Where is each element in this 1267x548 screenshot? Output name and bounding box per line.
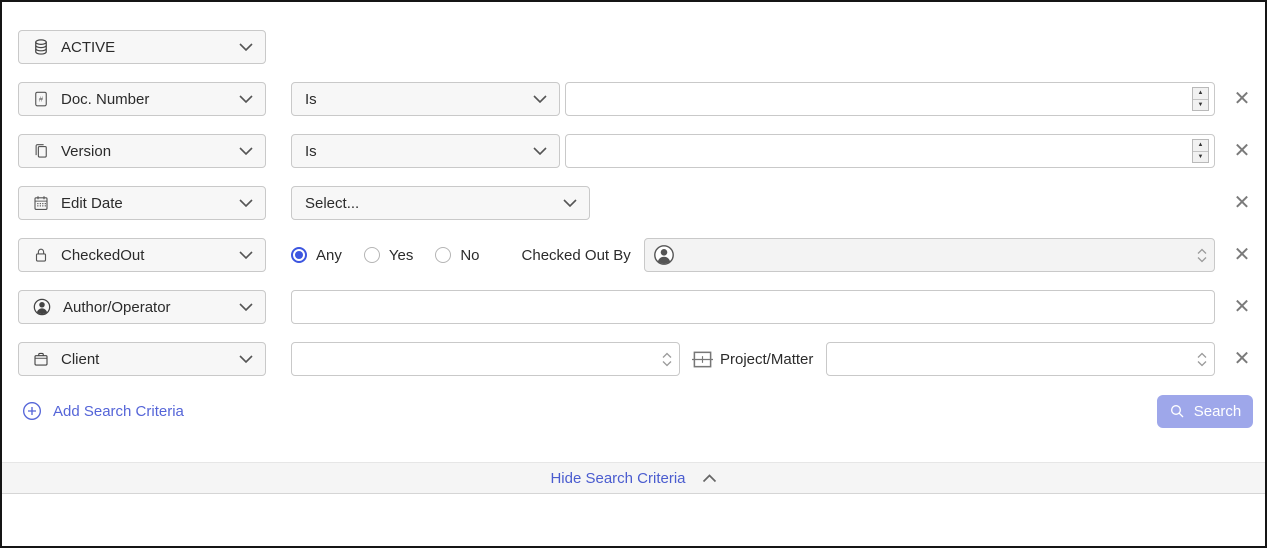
remove-criteria-edit-date-button[interactable]: ✕: [1231, 193, 1253, 213]
radio-selected-icon: [291, 247, 307, 263]
database-dropdown-label: ACTIVE: [61, 39, 115, 56]
checked-out-by-input[interactable]: [676, 241, 1194, 269]
client-input[interactable]: [299, 345, 659, 373]
project-matter-label: Project/Matter: [720, 351, 813, 368]
radio-label: Yes: [389, 247, 413, 264]
chevron-down-icon: [533, 95, 547, 103]
row-database: ACTIVE: [18, 30, 1253, 64]
row-author: Author/Operator ✕: [18, 290, 1253, 324]
radio-label: No: [460, 247, 479, 264]
row-edit-date: Edit Date Select... ✕: [18, 186, 1253, 220]
search-icon: [1169, 403, 1185, 419]
radio-option-no[interactable]: No: [435, 247, 479, 264]
radio-label: Any: [316, 247, 342, 264]
operator-dropdown-label: Is: [305, 91, 317, 108]
field-dropdown-edit-date[interactable]: Edit Date: [18, 186, 266, 220]
person-icon: [652, 243, 676, 267]
criteria-form: ACTIVE # Doc. Number Is: [2, 2, 1265, 428]
chevron-down-icon: [239, 355, 253, 363]
calendar-icon: [32, 194, 50, 212]
operator-dropdown-edit-date[interactable]: Select...: [291, 186, 590, 220]
database-dropdown[interactable]: ACTIVE: [18, 30, 266, 64]
chevron-down-icon: [239, 199, 253, 207]
remove-criteria-author-button[interactable]: ✕: [1231, 297, 1253, 317]
svg-text:#: #: [39, 95, 44, 104]
checked-out-by-label: Checked Out By: [522, 247, 631, 264]
checked-out-radio-group: Any Yes No: [291, 247, 502, 264]
lock-icon: [32, 246, 50, 264]
doc-number-icon: #: [32, 90, 50, 108]
database-icon: [32, 38, 50, 56]
project-matter-icon: [691, 349, 714, 370]
search-button[interactable]: Search: [1157, 395, 1253, 428]
version-value-field: ▲▼: [565, 134, 1215, 168]
remove-criteria-version-button[interactable]: ✕: [1231, 141, 1253, 161]
actions-row: Add Search Criteria Search: [18, 394, 1253, 428]
chevron-down-icon: [533, 147, 547, 155]
add-search-criteria-link[interactable]: Add Search Criteria: [22, 401, 184, 421]
author-input[interactable]: [291, 290, 1215, 324]
operator-dropdown-label: Is: [305, 143, 317, 160]
version-icon: [32, 142, 50, 160]
criteria-toggle-bar: Hide Search Criteria: [2, 462, 1265, 494]
chevron-down-icon: [239, 303, 253, 311]
field-dropdown-author[interactable]: Author/Operator: [18, 290, 266, 324]
field-dropdown-label: Edit Date: [61, 195, 123, 212]
field-dropdown-label: CheckedOut: [61, 247, 144, 264]
chevron-down-icon: [239, 43, 253, 51]
version-input[interactable]: [568, 137, 1192, 165]
add-search-criteria-label: Add Search Criteria: [53, 403, 184, 420]
search-button-label: Search: [1194, 403, 1242, 420]
operator-dropdown-label: Select...: [305, 195, 359, 212]
hide-search-criteria-label: Hide Search Criteria: [550, 470, 685, 487]
chevron-down-icon: [239, 251, 253, 259]
field-dropdown-label: Doc. Number: [61, 91, 149, 108]
scroll-updown-icon[interactable]: [1194, 248, 1210, 263]
chevron-down-icon: [239, 147, 253, 155]
field-dropdown-label: Author/Operator: [63, 299, 171, 316]
doc-number-input[interactable]: [568, 85, 1192, 113]
field-dropdown-version[interactable]: Version: [18, 134, 266, 168]
row-doc-number: # Doc. Number Is ▲▼ ✕: [18, 82, 1253, 116]
radio-unselected-icon: [364, 247, 380, 263]
scroll-updown-icon[interactable]: [659, 352, 675, 367]
add-circle-icon: [22, 401, 42, 421]
row-version: Version Is ▲▼ ✕: [18, 134, 1253, 168]
checked-out-by-field: [644, 238, 1215, 272]
field-dropdown-label: Version: [61, 143, 111, 160]
row-checked-out: CheckedOut Any Yes No Check: [18, 238, 1253, 272]
number-spinner[interactable]: ▲▼: [1192, 87, 1209, 111]
project-matter-input[interactable]: [834, 345, 1194, 373]
doc-number-value-field: ▲▼: [565, 82, 1215, 116]
radio-unselected-icon: [435, 247, 451, 263]
row-client: Client Project/Matter: [18, 342, 1253, 376]
briefcase-icon: [32, 350, 50, 368]
field-dropdown-checked-out[interactable]: CheckedOut: [18, 238, 266, 272]
hide-search-criteria-link[interactable]: Hide Search Criteria: [550, 470, 716, 487]
radio-option-yes[interactable]: Yes: [364, 247, 413, 264]
operator-dropdown-doc-number[interactable]: Is: [291, 82, 560, 116]
search-criteria-panel: ACTIVE # Doc. Number Is: [0, 0, 1267, 548]
person-circle-icon: [32, 297, 52, 317]
remove-criteria-client-button[interactable]: ✕: [1231, 349, 1253, 369]
chevron-up-icon: [702, 474, 717, 483]
number-spinner[interactable]: ▲▼: [1192, 139, 1209, 163]
chevron-down-icon: [239, 95, 253, 103]
remove-criteria-doc-number-button[interactable]: ✕: [1231, 89, 1253, 109]
field-dropdown-doc-number[interactable]: # Doc. Number: [18, 82, 266, 116]
client-value-field: [291, 342, 680, 376]
chevron-down-icon: [563, 199, 577, 207]
field-dropdown-client[interactable]: Client: [18, 342, 266, 376]
project-matter-field: [826, 342, 1215, 376]
radio-option-any[interactable]: Any: [291, 247, 342, 264]
remove-criteria-checked-out-button[interactable]: ✕: [1231, 245, 1253, 265]
scroll-updown-icon[interactable]: [1194, 352, 1210, 367]
field-dropdown-label: Client: [61, 351, 99, 368]
operator-dropdown-version[interactable]: Is: [291, 134, 560, 168]
